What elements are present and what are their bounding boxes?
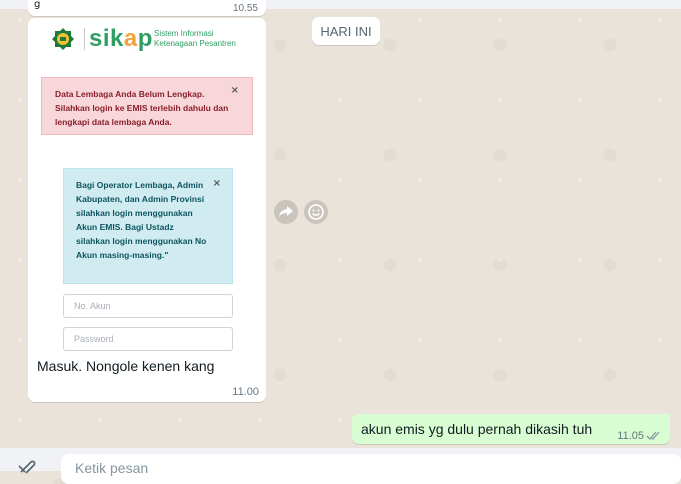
incomplete-data-alert: Data Lembaga Anda Belum Lengkap. Silahka… <box>41 77 253 135</box>
message-composer: Ketik pesan <box>0 448 681 484</box>
react-button[interactable] <box>304 200 328 224</box>
previous-message-text: g <box>34 0 41 10</box>
incoming-image-message[interactable]: sikap Sistem Informasi Ketenagaan Pesant… <box>28 18 266 402</box>
logo-separator <box>84 28 85 50</box>
incomplete-data-alert-text: Data Lembaga Anda Belum Lengkap. Silahka… <box>55 89 229 127</box>
outgoing-message-text: akun emis yg dulu pernah dikasih tuh <box>361 421 593 437</box>
emblem-icon <box>52 28 74 50</box>
sikap-logo: sikap Sistem Informasi Ketenagaan Pesant… <box>51 25 251 55</box>
password-field: Password <box>63 327 233 351</box>
message-input-placeholder: Ketik pesan <box>75 460 149 476</box>
message-input[interactable]: Ketik pesan <box>61 454 681 484</box>
message-image[interactable]: sikap Sistem Informasi Ketenagaan Pesant… <box>31 21 263 351</box>
message-time: 11.00 <box>232 386 259 398</box>
outgoing-message-time: 11.05 <box>617 430 644 442</box>
message-caption: Masuk. Nongole kenen kang <box>37 358 215 374</box>
brand-name: sikap <box>89 25 153 52</box>
login-info-alert-text: Bagi Operator Lembaga, Admin Kabupaten, … <box>76 180 207 260</box>
brand-tagline: Sistem Informasi Ketenagaan Pesantren <box>154 29 236 48</box>
login-info-alert: Bagi Operator Lembaga, Admin Kabupaten, … <box>63 168 233 284</box>
outgoing-message[interactable]: akun emis yg dulu pernah dikasih tuh 11.… <box>352 414 670 444</box>
day-divider: HARI INI <box>312 17 380 45</box>
account-number-field: No. Akun <box>63 294 233 318</box>
attach-icon[interactable] <box>18 458 38 474</box>
close-icon: × <box>230 85 239 96</box>
forward-button[interactable] <box>274 200 298 224</box>
forward-icon <box>279 206 293 217</box>
previous-message-bubble[interactable]: g 10.55 <box>28 0 266 16</box>
close-icon: × <box>212 178 221 189</box>
previous-message-time: 10.55 <box>232 3 258 14</box>
double-check-icon <box>646 431 660 440</box>
emoji-icon <box>308 204 324 220</box>
